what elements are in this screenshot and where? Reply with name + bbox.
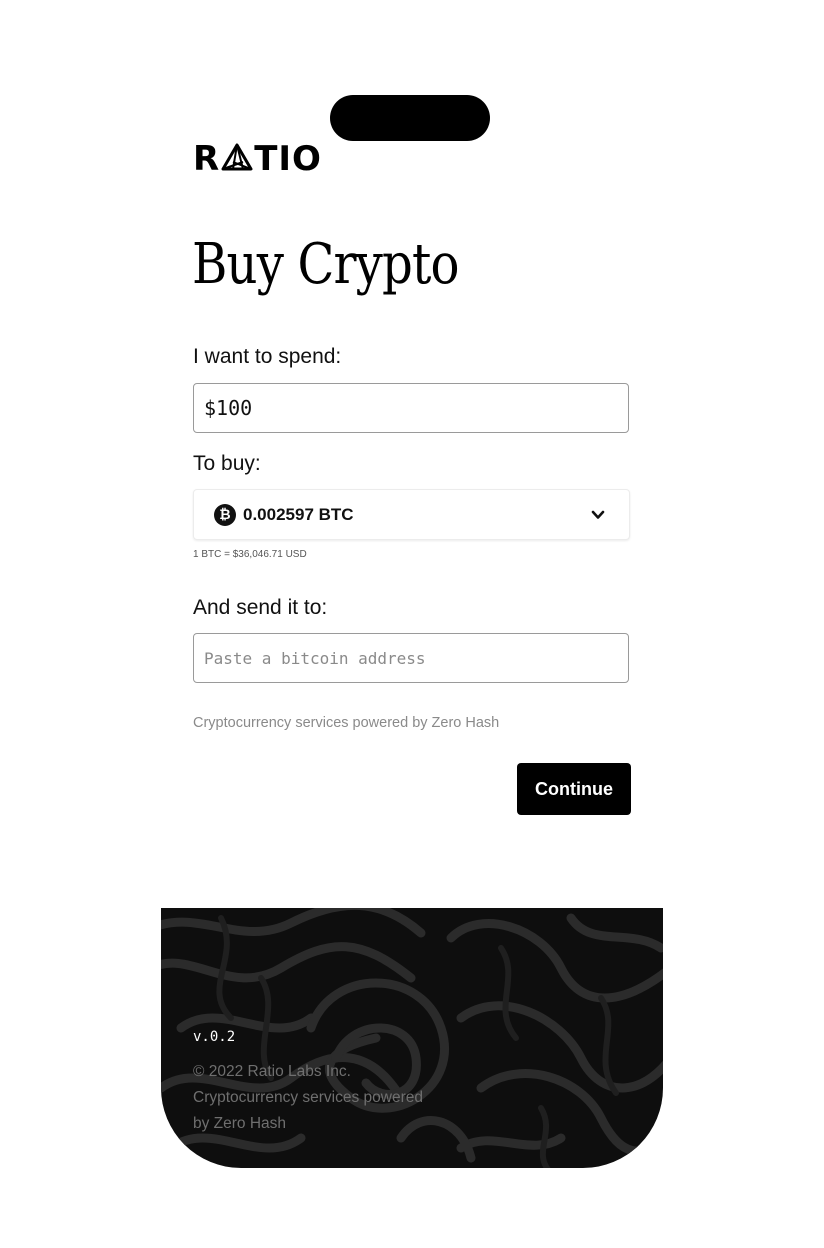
- app-version: v.0.2: [193, 1029, 236, 1045]
- page: R TIO Buy Crypto I want to spend: $100 T…: [0, 0, 824, 1248]
- chevron-down-icon: [591, 510, 605, 519]
- powered-by-text: Cryptocurrency services powered by Zero …: [193, 715, 500, 731]
- logo-text-left: R: [193, 139, 221, 179]
- footer-powered-line-1: Cryptocurrency services powered: [193, 1089, 424, 1106]
- spend-amount-input[interactable]: $100: [193, 383, 629, 433]
- ratio-logo[interactable]: R TIO: [193, 139, 335, 179]
- logo-text-right: TIO: [254, 139, 322, 179]
- footer-powered-line-2: by Zero Hash: [193, 1115, 287, 1132]
- copyright-text: © 2022 Ratio Labs Inc.: [193, 1063, 351, 1080]
- device-notch: [330, 95, 490, 141]
- crypto-select[interactable]: ₿ 0.002597 BTC: [193, 489, 630, 540]
- buy-label: To buy:: [193, 452, 261, 475]
- bitcoin-icon: ₿: [214, 503, 236, 526]
- pyramid-logo-icon: [221, 143, 253, 171]
- exchange-rate: 1 BTC = $36,046.71 USD: [193, 549, 307, 560]
- bitcoin-address-placeholder: Paste a bitcoin address: [204, 648, 426, 668]
- send-label: And send it to:: [193, 596, 328, 619]
- page-title: Buy Crypto: [192, 232, 459, 297]
- footer: v.0.2 © 2022 Ratio Labs Inc. Cryptocurre…: [161, 908, 663, 1168]
- crypto-amount: 0.002597 BTC: [243, 504, 354, 524]
- bitcoin-address-input[interactable]: Paste a bitcoin address: [193, 633, 629, 683]
- spend-amount-value: $100: [204, 396, 253, 420]
- continue-button[interactable]: Continue: [517, 763, 631, 815]
- spend-label: I want to spend:: [193, 345, 342, 368]
